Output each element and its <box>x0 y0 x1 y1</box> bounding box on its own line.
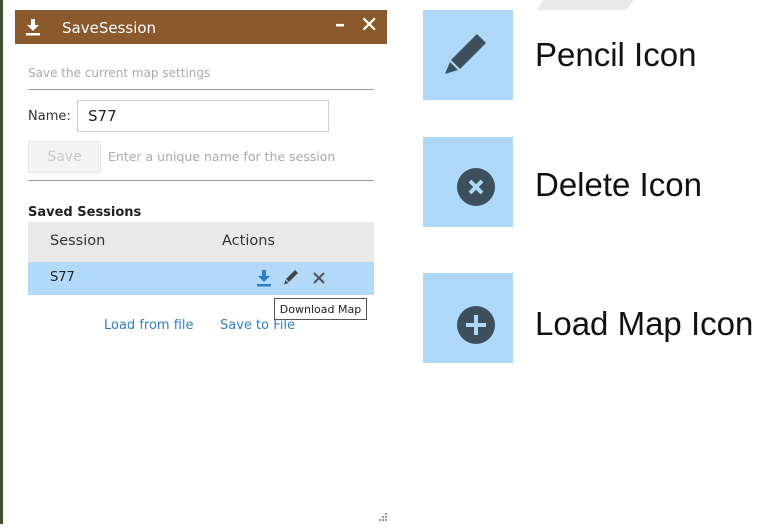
pencil-icon <box>445 34 486 74</box>
save-session-widget: SaveSession – ✕ Save the current map set… <box>15 10 387 524</box>
delete-icon[interactable] <box>310 268 328 288</box>
save-hint: Enter a unique name for the session <box>108 149 336 164</box>
resize-handle-icon[interactable] <box>375 510 389 524</box>
load-map-icon <box>457 306 495 344</box>
column-header-actions: Actions <box>222 233 275 249</box>
column-header-session: Session <box>50 233 106 249</box>
widget-titlebar[interactable]: SaveSession – ✕ <box>15 10 387 44</box>
minimize-button[interactable]: – <box>335 12 345 36</box>
divider <box>28 89 374 90</box>
divider <box>28 180 374 181</box>
legend-label-delete: Delete Icon <box>535 166 702 203</box>
delete-icon-tile <box>423 137 513 227</box>
sessions-table: Session Actions S77 <box>28 222 374 295</box>
tooltip: Download Map <box>274 298 367 320</box>
save-button[interactable]: Save <box>28 141 101 173</box>
download-icon <box>25 18 41 36</box>
download-map-icon[interactable] <box>255 268 273 288</box>
session-name-cell: S77 <box>50 270 75 285</box>
name-label: Name: <box>28 109 71 124</box>
close-button[interactable]: ✕ <box>360 13 378 38</box>
table-header: Session Actions <box>28 222 374 262</box>
load-from-file-link[interactable]: Load from file <box>104 318 194 333</box>
left-edge <box>0 0 3 524</box>
session-name-input[interactable] <box>77 100 329 132</box>
legend-label-load-map: Load Map Icon <box>535 305 754 342</box>
save-to-file-link[interactable]: Save to File <box>220 318 295 333</box>
load-map-icon-tile <box>423 273 513 363</box>
pencil-icon-tile <box>423 10 513 100</box>
widget-description: Save the current map settings <box>28 66 211 80</box>
legend-label-pencil: Pencil Icon <box>535 36 697 73</box>
delete-icon <box>457 168 495 206</box>
pencil-icon[interactable] <box>282 268 300 288</box>
table-row[interactable]: S77 <box>28 262 374 295</box>
saved-sessions-heading: Saved Sessions <box>28 205 142 220</box>
widget-title: SaveSession <box>62 19 157 37</box>
background-decoration <box>536 0 634 10</box>
